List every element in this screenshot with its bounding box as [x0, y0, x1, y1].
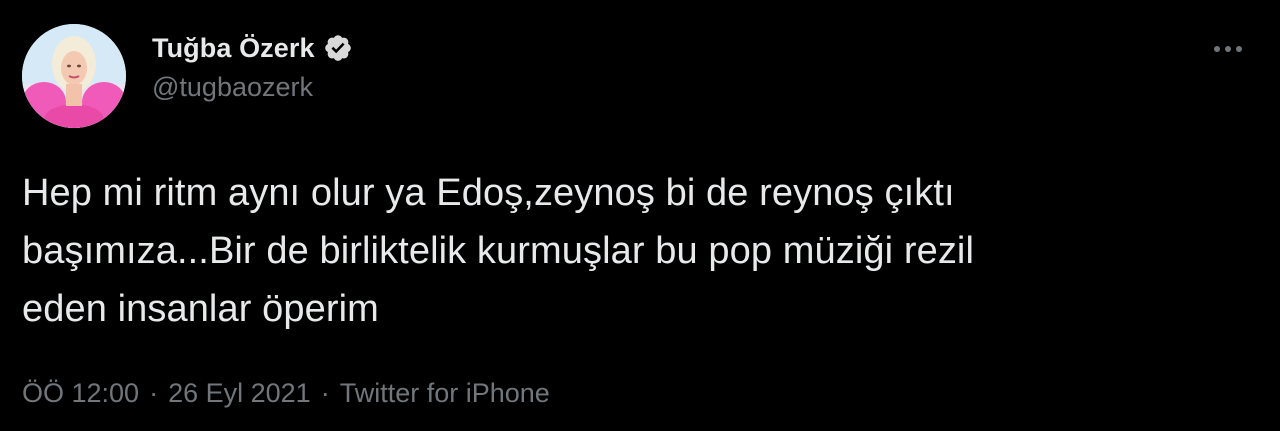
tweet-header: Tuğba Özerk @tugbaozerk [152, 30, 353, 103]
more-options-button[interactable] [1208, 34, 1248, 64]
tweet-date[interactable]: 26 Eyl 2021 [168, 378, 311, 409]
more-horizontal-icon [1214, 46, 1242, 52]
user-handle[interactable]: @tugbaozerk [152, 72, 353, 103]
tweet-text: Hep mi ritm aynı olur ya Edoş,zeynoş bi … [22, 172, 975, 330]
tweet-card: Tuğba Özerk @tugbaozerk Hep mi ritm aynı… [0, 0, 1280, 431]
avatar[interactable] [22, 24, 126, 128]
meta-separator: · [149, 378, 159, 408]
tweet-metadata: ÖÖ 12:00 · 26 Eyl 2021 · Twitter for iPh… [22, 378, 550, 409]
verified-badge-icon [323, 33, 353, 63]
meta-separator: · [320, 378, 330, 408]
name-row: Tuğba Özerk [152, 30, 353, 66]
avatar-image [22, 24, 126, 128]
display-name[interactable]: Tuğba Özerk [152, 33, 315, 64]
tweet-source-link[interactable]: Twitter for iPhone [340, 378, 550, 409]
tweet-time[interactable]: ÖÖ 12:00 [22, 378, 139, 409]
